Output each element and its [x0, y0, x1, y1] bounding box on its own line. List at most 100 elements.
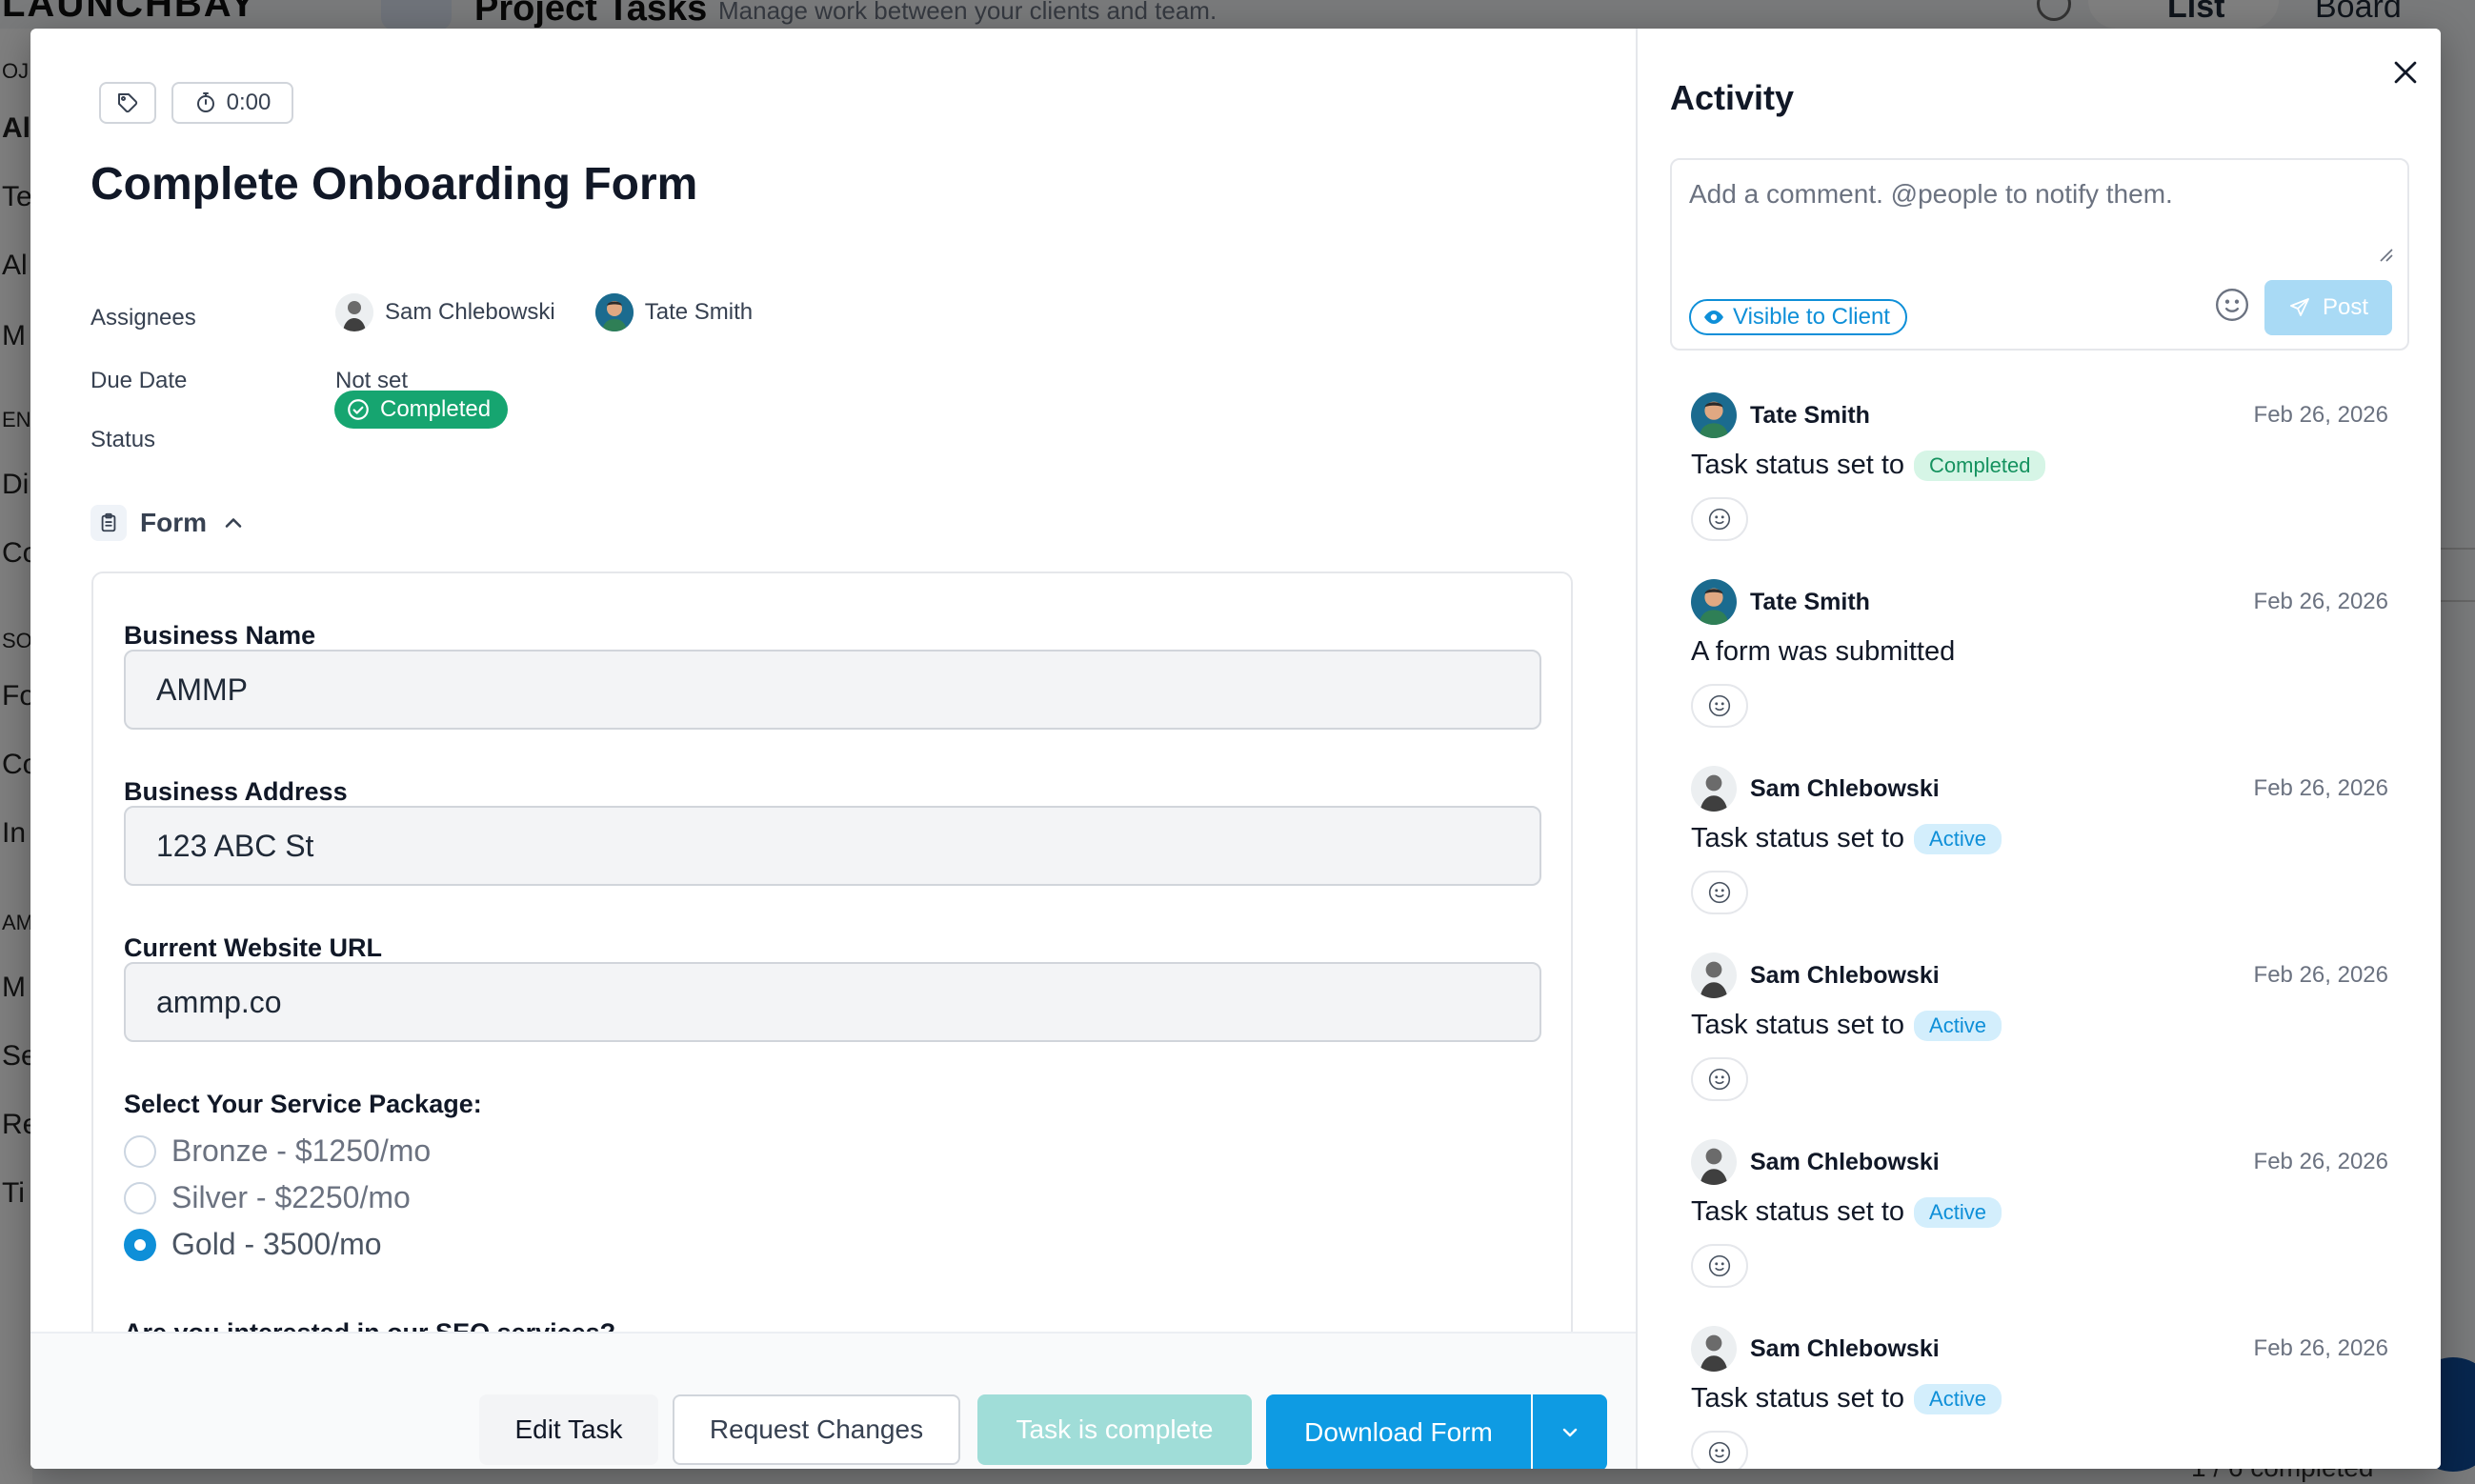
smile-icon: [1708, 1441, 1731, 1464]
status-label: Status: [91, 427, 156, 452]
tag-icon: [118, 93, 138, 113]
entry-text: Task status set to Completed: [1691, 450, 2046, 481]
form-section-toggle[interactable]: Form: [91, 505, 247, 541]
package-option-silver[interactable]: Silver - $2250/mo: [124, 1180, 411, 1215]
entry-message: A form was submitted: [1691, 636, 1956, 667]
entry-date: Feb 26, 2026: [2253, 775, 2388, 801]
assignees-label: Assignees: [91, 305, 196, 331]
post-button[interactable]: Post: [2264, 280, 2392, 335]
business-name-field[interactable]: AMMP: [124, 650, 1541, 730]
smile-icon: [1708, 1254, 1731, 1277]
activity-panel: Activity Add a comment. @people to notif…: [1636, 29, 2441, 1469]
website-url-field[interactable]: ammp.co: [124, 962, 1541, 1042]
visibility-toggle[interactable]: Visible to Client: [1689, 299, 1907, 335]
tate-avatar: [1691, 579, 1737, 625]
request-changes-button[interactable]: Request Changes: [673, 1394, 960, 1465]
smile-icon: [1708, 508, 1731, 531]
entry-message: Task status set to: [1691, 1010, 1905, 1040]
service-package-label: Select Your Service Package:: [124, 1090, 482, 1118]
entry-date: Feb 26, 2026: [2253, 1335, 2388, 1361]
status-badge[interactable]: Completed: [334, 391, 509, 429]
entry-text: Task status set to Active: [1691, 1383, 2002, 1414]
chevron-up-icon: [225, 518, 242, 528]
comment-placeholder: Add a comment. @people to notify them.: [1689, 179, 2173, 209]
package-option-gold[interactable]: Gold - 3500/mo: [124, 1227, 382, 1262]
entry-text: Task status set to Active: [1691, 1010, 2002, 1041]
eye-icon: [1704, 311, 1723, 324]
download-form-button[interactable]: Download Form: [1266, 1394, 1531, 1469]
due-date-label: Due Date: [91, 368, 188, 393]
task-details: 0:00 Complete Onboarding Form Assignees …: [30, 29, 1636, 1469]
timer-value: 0:00: [226, 90, 272, 115]
radio-button[interactable]: [124, 1134, 156, 1168]
author-name: Tate Smith: [1750, 402, 1870, 429]
business-name-label: Business Name: [124, 621, 316, 650]
status-tag: Active: [1914, 823, 2002, 854]
stopwatch-icon: [196, 92, 214, 112]
activity-entry: Sam Chlebowski Feb 26, 2026 Task status …: [1670, 756, 2409, 943]
check-circle-icon: [348, 399, 369, 420]
smile-icon: [1708, 694, 1731, 717]
smile-icon: [1708, 881, 1731, 904]
add-reaction-button[interactable]: [1691, 1431, 1748, 1469]
smile-icon: [1708, 1068, 1731, 1091]
add-reaction-button[interactable]: [1691, 1057, 1748, 1101]
activity-title: Activity: [1670, 78, 1795, 117]
tate-avatar: [594, 293, 634, 331]
activity-entry: Sam Chlebowski Feb 26, 2026 Task status …: [1670, 1130, 2409, 1316]
status-tag: Active: [1914, 1196, 2002, 1228]
entry-message: Task status set to: [1691, 1196, 1905, 1227]
sam-avatar: [1691, 766, 1737, 812]
resize-handle-icon[interactable]: [2377, 246, 2394, 263]
add-reaction-button[interactable]: [1691, 684, 1748, 728]
tag-button[interactable]: [99, 82, 156, 124]
add-reaction-button[interactable]: [1691, 497, 1748, 541]
status-tag: Completed: [1914, 450, 2046, 481]
emoji-icon[interactable]: [2213, 286, 2251, 324]
entry-message: Task status set to: [1691, 450, 1905, 480]
sam-avatar: [1691, 953, 1737, 998]
download-options-button[interactable]: [1533, 1394, 1607, 1469]
tate-avatar: [1691, 392, 1737, 438]
author-name: Sam Chlebowski: [1750, 962, 1940, 989]
radio-label: Silver - $2250/mo: [171, 1180, 411, 1214]
visibility-label: Visible to Client: [1733, 304, 1890, 330]
status-tag: Active: [1914, 1383, 2002, 1414]
sam-avatar: [1691, 1139, 1737, 1185]
author-name: Sam Chlebowski: [1750, 1335, 1940, 1362]
radio-button-selected[interactable]: [124, 1228, 156, 1261]
author-name: Sam Chlebowski: [1750, 1149, 1940, 1175]
activity-entry: Tate Smith Feb 26, 2026 A form was submi…: [1670, 570, 2409, 756]
activity-entry: Sam Chlebowski Feb 26, 2026 Task status …: [1670, 1316, 2409, 1469]
clipboard-icon: [91, 505, 127, 541]
task-title[interactable]: Complete Onboarding Form: [91, 158, 697, 211]
add-reaction-button[interactable]: [1691, 1244, 1748, 1288]
website-url-label: Current Website URL: [124, 933, 383, 962]
modal-footer: Edit Task Request Changes Task is comple…: [30, 1332, 1636, 1469]
entry-date: Feb 26, 2026: [2253, 589, 2388, 614]
package-option-bronze[interactable]: Bronze - $1250/mo: [124, 1133, 431, 1169]
close-icon: [2394, 61, 2417, 84]
close-button[interactable]: [2383, 50, 2428, 95]
radio-button[interactable]: [124, 1181, 156, 1214]
timer-button[interactable]: 0:00: [171, 82, 293, 124]
assignees-list[interactable]: Sam Chlebowski Tate Smith: [335, 293, 753, 331]
status-tag: Active: [1914, 1010, 2002, 1041]
business-address-field[interactable]: 123 ABC St: [124, 806, 1541, 886]
business-address-label: Business Address: [124, 777, 348, 806]
form-section-label: Form: [140, 508, 207, 537]
comment-input[interactable]: Add a comment. @people to notify them. V…: [1670, 158, 2409, 351]
assignee-name: Sam Chlebowski: [385, 299, 555, 325]
post-label: Post: [2322, 294, 2369, 320]
task-complete-button[interactable]: Task is complete: [977, 1394, 1252, 1465]
radio-label: Bronze - $1250/mo: [171, 1133, 432, 1168]
entry-date: Feb 26, 2026: [2253, 402, 2388, 428]
add-reaction-button[interactable]: [1691, 871, 1748, 914]
assignee-name: Tate Smith: [644, 299, 754, 325]
edit-task-button[interactable]: Edit Task: [479, 1394, 658, 1465]
send-icon: [2290, 298, 2309, 316]
entry-date: Feb 26, 2026: [2253, 1149, 2388, 1174]
entry-text: A form was submitted: [1691, 636, 1955, 668]
task-modal: 0:00 Complete Onboarding Form Assignees …: [30, 29, 2441, 1469]
entry-message: Task status set to: [1691, 823, 1905, 853]
